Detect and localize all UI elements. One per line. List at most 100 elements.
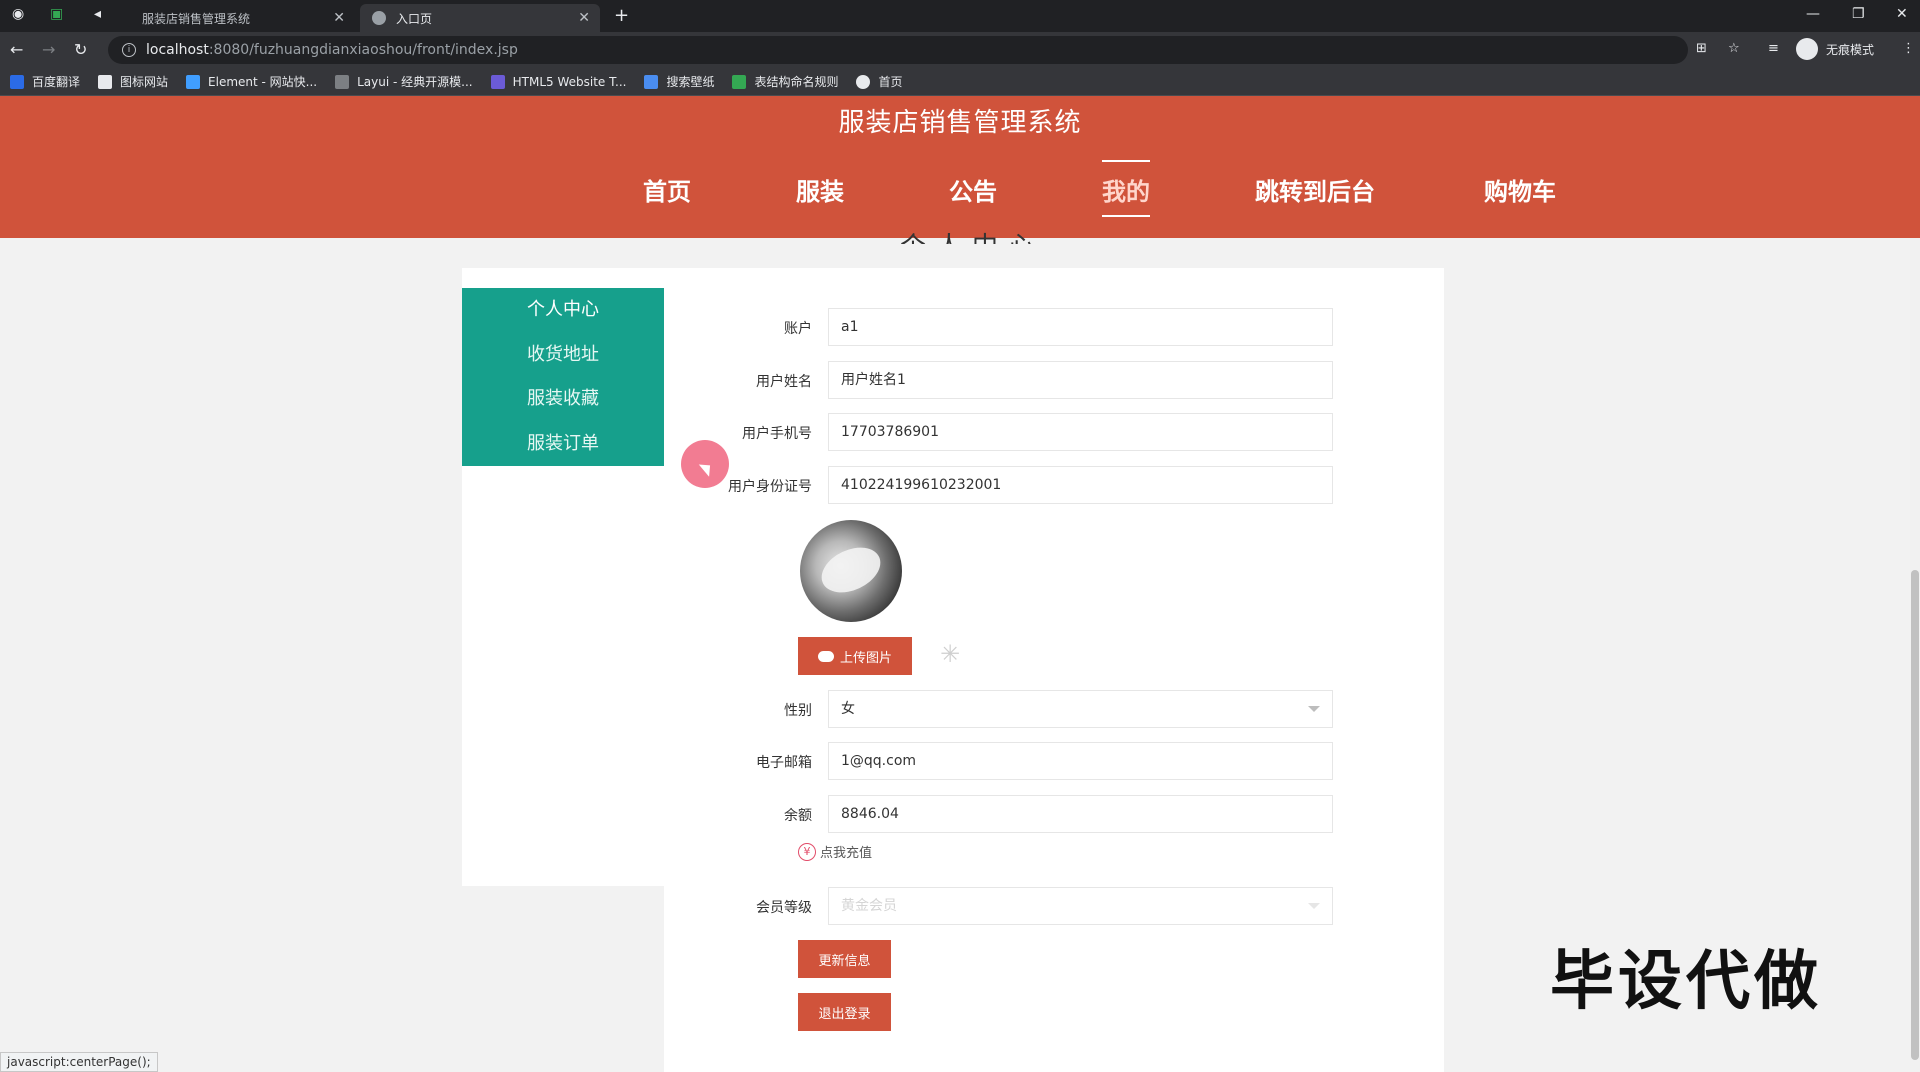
vip-row: 会员等级 黄金会员 [664,887,1444,925]
chrome-logo-icon: ◉ [12,6,25,22]
upload-image-button[interactable]: 上传图片 [798,637,912,675]
recharge-label: 点我充值 [820,846,873,861]
nav-cart[interactable]: 购物车 [1484,172,1556,207]
tab-system[interactable]: 服装店销售管理系统 ✕ [130,4,355,32]
email-input[interactable]: 1@qq.com [828,742,1333,780]
incognito-icon [1796,38,1818,60]
sidebar-menu: 个人中心 收货地址 服装收藏 服装订单 [462,288,664,466]
section-heading: 个人中心 [900,226,1044,244]
sidebar-item-favorites[interactable]: 服装收藏 [462,377,664,422]
globe-icon [372,11,386,25]
name-input[interactable]: 用户姓名1 [828,361,1333,399]
element-icon [186,74,201,89]
tab-close-icon[interactable]: ✕ [333,10,345,26]
translate-bookmark-icon [10,74,24,89]
phone-label: 用户手机号 [742,426,812,442]
cloud-upload-icon [817,650,834,662]
phone-input[interactable]: 17703786901 [828,413,1333,451]
bookmark-item[interactable]: 搜索壁纸 [644,73,714,90]
forward-icon[interactable]: → [42,40,55,59]
tab-entry[interactable]: 入口页 ✕ [360,4,600,32]
layui-icon [335,74,350,89]
sheets-tab-icon[interactable]: ▣ [50,6,63,22]
chevron-down-icon [1308,903,1320,909]
reload-icon[interactable]: ↻ [74,40,87,59]
bookmarks-bar: 百度翻译 图标网站 Element - 网站快... Layui - 经典开源模… [0,68,1920,96]
balance-row: 余额 8846.04 [664,795,1444,833]
chevron-down-icon [1308,706,1320,712]
status-bar: javascript:centerPage(); [0,1052,158,1072]
recharge-link[interactable]: ¥ 点我充值 [798,842,872,861]
gender-value: 女 [841,701,855,717]
address-bar[interactable]: i localhost:8080/fuzhuangdianxiaoshou/fr… [108,36,1688,64]
nav-clothing[interactable]: 服装 [796,172,844,207]
vip-select: 黄金会员 [828,887,1333,925]
vip-label: 会员等级 [756,900,812,916]
speaker-icon[interactable]: ◂ [94,6,101,22]
incognito-label: 无痕模式 [1826,42,1875,57]
nav-admin[interactable]: 跳转到后台 [1255,172,1375,207]
url-host: localhost [146,42,209,58]
tab-system-label: 服装店销售管理系统 [142,11,251,26]
bookmark-item[interactable]: 图标网站 [98,73,168,90]
bookmark-star-icon[interactable]: ☆ [1728,41,1740,56]
translate-icon[interactable]: ⊞ [1696,41,1707,56]
scrollbar-thumb[interactable] [1911,570,1919,1060]
name-label: 用户姓名 [756,374,812,390]
tab-entry-label: 入口页 [396,11,433,26]
idcard-label: 用户身份证号 [728,479,812,495]
back-icon[interactable]: ← [10,40,23,59]
browser-toolbar: ← → ↻ i localhost:8080/fuzhuangdianxiaos… [0,32,1920,68]
gender-select[interactable]: 女 [828,690,1333,728]
close-window-icon[interactable]: ✕ [1896,6,1908,22]
phone-row: 用户手机号 17703786901 [664,413,1444,451]
nav-home[interactable]: 首页 [643,172,691,207]
menu-kebab-icon[interactable]: ⋮ [1902,41,1915,56]
update-info-button[interactable]: 更新信息 [798,940,891,978]
site-header: 服装店销售管理系统 首页 服装 公告 我的 跳转到后台 购物车 [0,96,1920,238]
logout-button[interactable]: 退出登录 [798,993,891,1031]
account-label: 账户 [784,321,812,337]
sheet-icon [732,74,747,89]
globe-icon [856,74,871,89]
avatar [800,520,902,622]
account-row: 账户 a1 [664,308,1444,346]
gender-row: 性别 女 [664,690,1444,728]
site-info-icon[interactable]: i [122,43,136,57]
email-row: 电子邮箱 1@qq.com [664,742,1444,780]
wallpaper-icon [644,74,659,89]
incognito-profile[interactable]: 无痕模式 [1796,38,1874,60]
sidebar-item-orders[interactable]: 服装订单 [462,422,664,467]
bookmark-item[interactable]: 表结构命名规则 [732,73,838,90]
nav-mine[interactable]: 我的 [1102,160,1150,217]
name-row: 用户姓名 用户姓名1 [664,361,1444,399]
reading-list-icon[interactable]: ≡ [1768,41,1779,56]
email-label: 电子邮箱 [756,755,812,771]
balance-input[interactable]: 8846.04 [828,795,1333,833]
nav-notices[interactable]: 公告 [949,172,997,207]
idcard-input[interactable]: 410224199610232001 [828,466,1333,504]
bookmark-item[interactable]: 首页 [856,73,903,90]
gender-label: 性别 [784,703,812,719]
sidebar-item-profile[interactable]: 个人中心 [462,288,664,333]
upload-image-label: 上传图片 [839,649,892,665]
bookmark-item[interactable]: Element - 网站快... [186,73,317,90]
loading-spinner-icon: ✳ [940,640,961,668]
bookmark-item[interactable]: 百度翻译 [10,73,80,90]
minimize-icon[interactable]: — [1806,6,1820,22]
new-tab-icon[interactable]: + [614,5,629,26]
restore-icon[interactable]: ❐ [1852,6,1865,22]
watermark-text: 毕设代做 [1550,945,1822,1019]
vip-value: 黄金会员 [841,898,897,914]
account-input[interactable]: a1 [828,308,1333,346]
site-title: 服装店销售管理系统 [838,108,1082,138]
url-path: :8080/fuzhuangdianxiaoshou/front/index.j… [208,42,518,58]
bookmark-item[interactable]: Layui - 经典开源模... [335,73,473,90]
sidebar-item-address[interactable]: 收货地址 [462,333,664,378]
html5-icon [490,74,505,89]
yen-icon: ¥ [798,842,816,861]
browser-tab-bar: ◉ ▣ ◂ 服装店销售管理系统 ✕ 入口页 ✕ + — ❐ ✕ [0,0,1920,32]
flag-icon [98,74,113,89]
bookmark-item[interactable]: HTML5 Website T... [490,74,626,89]
tab-close-icon[interactable]: ✕ [578,10,590,26]
